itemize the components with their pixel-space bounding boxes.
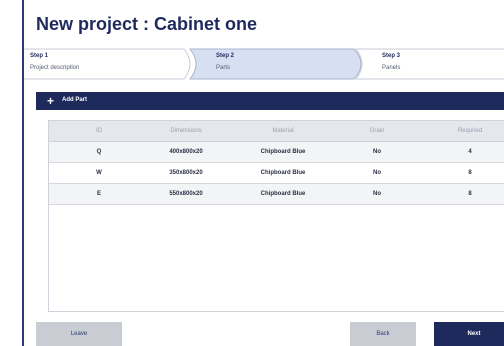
cell-id: Q [96, 149, 102, 155]
cell-required: 4 [468, 149, 472, 155]
cell-grain: No [373, 149, 381, 155]
table-row[interactable]: E 550x800x20 Chipboard Blue No 8 [49, 184, 504, 205]
step-3-shape [354, 48, 504, 80]
cell-grain: No [373, 191, 381, 197]
back-button[interactable]: Back [350, 322, 416, 346]
step-3-number: Step 3 [382, 53, 401, 59]
step-2-label: Parts [216, 65, 231, 71]
plus-icon: + [47, 94, 55, 108]
cell-dimensions: 550x800x20 [169, 191, 203, 197]
cell-material: Chipboard Blue [260, 149, 306, 155]
header-grain[interactable]: Grain [341, 121, 413, 141]
next-button[interactable]: Next [434, 322, 504, 346]
step-1-label: Project description [30, 65, 80, 71]
cell-id: W [96, 170, 102, 176]
wizard-panel: New project : Cabinet one Step 1 Project… [22, 0, 504, 346]
step-3-label: Panels [382, 65, 401, 71]
parts-table: ID Dimensions Material Grain Required Q … [48, 120, 504, 312]
step-2-number: Step 2 [216, 53, 235, 59]
step-1-number: Step 1 [30, 53, 49, 59]
table-row[interactable]: W 350x800x20 Chipboard Blue No 8 [49, 163, 504, 184]
step-parts[interactable]: Step 2 Parts [188, 48, 370, 80]
header-required[interactable]: Required [433, 121, 504, 141]
add-part-label: Add Part [62, 97, 88, 103]
header-dimensions[interactable]: Dimensions [141, 121, 231, 141]
step-panels[interactable]: Step 3 Panels [354, 48, 504, 80]
table-row[interactable]: Q 400x800x20 Chipboard Blue No 4 [49, 142, 504, 163]
page-title: New project : Cabinet one [36, 14, 258, 34]
cell-dimensions: 400x800x20 [169, 149, 203, 155]
cell-dimensions: 350x800x20 [169, 170, 203, 176]
header-id[interactable]: ID [69, 121, 129, 141]
header-material[interactable]: Material [235, 121, 331, 141]
cell-material: Chipboard Blue [260, 191, 306, 197]
stepper: Step 1 Project description Step 2 Parts … [24, 48, 504, 80]
cell-id: E [96, 191, 101, 197]
cell-material: Chipboard Blue [260, 170, 306, 176]
cell-required: 8 [468, 191, 472, 197]
cell-required: 8 [468, 170, 472, 176]
leave-button[interactable]: Leave [36, 322, 122, 346]
cell-grain: No [373, 170, 381, 176]
step-project-description[interactable]: Step 1 Project description [24, 48, 199, 80]
step-1-shape [24, 48, 191, 80]
add-part-button[interactable]: + Add Part [36, 92, 504, 110]
table-header: ID Dimensions Material Grain Required [49, 121, 504, 142]
